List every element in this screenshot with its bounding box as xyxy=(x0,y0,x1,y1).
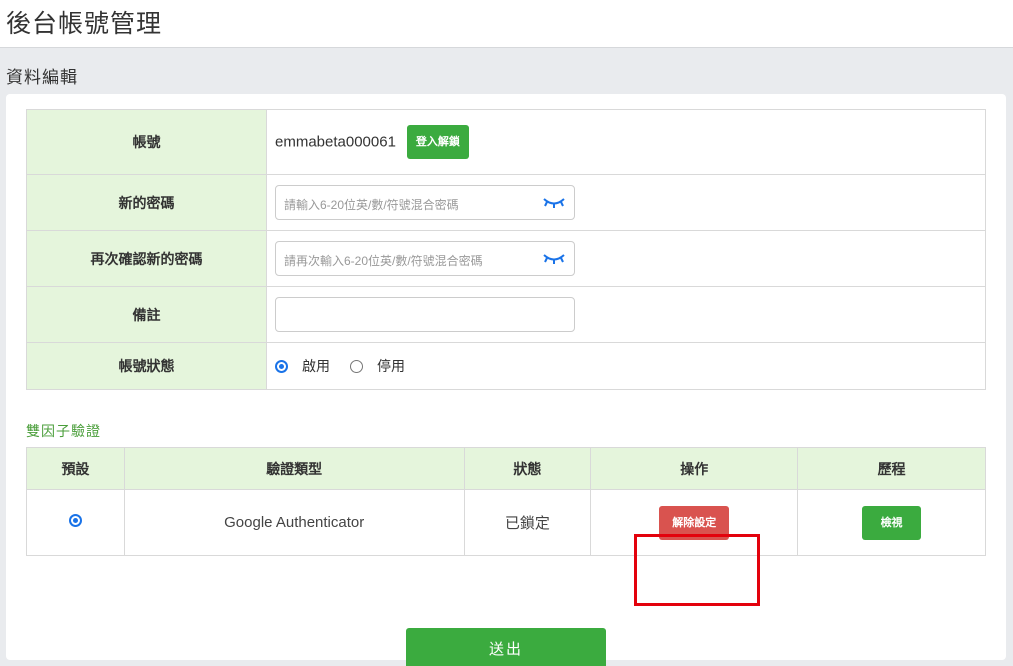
account-row: 帳號 emmabeta000061 登入解鎖 xyxy=(26,109,986,175)
col-type: 驗證類型 xyxy=(123,447,465,490)
eye-closed-icon[interactable] xyxy=(543,252,565,266)
status-enabled-radio[interactable] xyxy=(275,359,288,373)
twofa-header-row: 預設 驗證類型 狀態 操作 歷程 xyxy=(26,447,986,490)
col-status: 狀態 xyxy=(463,447,592,490)
auth-status: 已鎖定 xyxy=(463,489,592,556)
status-radio-group: 啟用 停用 xyxy=(275,356,985,376)
unlock-login-button[interactable]: 登入解鎖 xyxy=(406,125,469,159)
note-label: 備註 xyxy=(26,286,267,343)
col-history: 歷程 xyxy=(797,447,986,490)
page-title: 後台帳號管理 xyxy=(6,10,163,38)
status-row: 帳號狀態 啟用 停用 xyxy=(26,342,986,390)
default-radio[interactable] xyxy=(68,514,82,527)
new-password-placeholder: 請輸入6-20位英/數/符號混合密碼 xyxy=(284,198,459,212)
confirm-password-input[interactable]: 請再次輸入6-20位英/數/符號混合密碼 xyxy=(275,241,575,276)
account-form: 帳號 emmabeta000061 登入解鎖 新的密碼 請輸入6-20位英/數/… xyxy=(26,109,986,390)
status-label: 帳號狀態 xyxy=(26,342,267,390)
new-password-input[interactable]: 請輸入6-20位英/數/符號混合密碼 xyxy=(275,185,575,220)
section-title: 資料編輯 xyxy=(6,68,78,87)
account-label: 帳號 xyxy=(26,109,267,175)
confirm-password-placeholder: 請再次輸入6-20位英/數/符號混合密碼 xyxy=(284,254,483,268)
col-default: 預設 xyxy=(26,447,125,490)
new-password-row: 新的密碼 請輸入6-20位英/數/符號混合密碼 xyxy=(26,174,986,231)
status-enabled-label[interactable]: 啟用 xyxy=(302,356,330,376)
confirm-password-row: 再次確認新的密碼 請再次輸入6-20位英/數/符號混合密碼 xyxy=(26,230,986,287)
edit-panel: 帳號 emmabeta000061 登入解鎖 新的密碼 請輸入6-20位英/數/… xyxy=(6,94,1006,666)
col-action: 操作 xyxy=(590,447,799,490)
twofa-section-title: 雙因子驗證 xyxy=(26,423,101,439)
account-value: emmabeta000061 xyxy=(275,133,396,151)
twofa-table: 預設 驗證類型 狀態 操作 歷程 Google Authenticator 已鎖… xyxy=(26,447,986,556)
status-disabled-label[interactable]: 停用 xyxy=(377,356,405,376)
confirm-password-label: 再次確認新的密碼 xyxy=(26,230,267,287)
note-input[interactable] xyxy=(275,297,575,332)
view-history-button[interactable]: 檢視 xyxy=(862,505,922,540)
note-row: 備註 xyxy=(26,286,986,343)
status-disabled-radio[interactable] xyxy=(350,359,363,373)
submit-button[interactable]: 送出 xyxy=(406,628,606,666)
new-password-label: 新的密碼 xyxy=(26,174,267,231)
table-row: Google Authenticator 已鎖定 解除設定 檢視 xyxy=(26,489,986,556)
content-area: 資料編輯 帳號 emmabeta000061 登入解鎖 新的密碼 請輸入6-20… xyxy=(0,47,1013,666)
eye-closed-icon[interactable] xyxy=(543,196,565,210)
highlight-annotation xyxy=(634,534,760,606)
auth-type: Google Authenticator xyxy=(123,489,465,556)
